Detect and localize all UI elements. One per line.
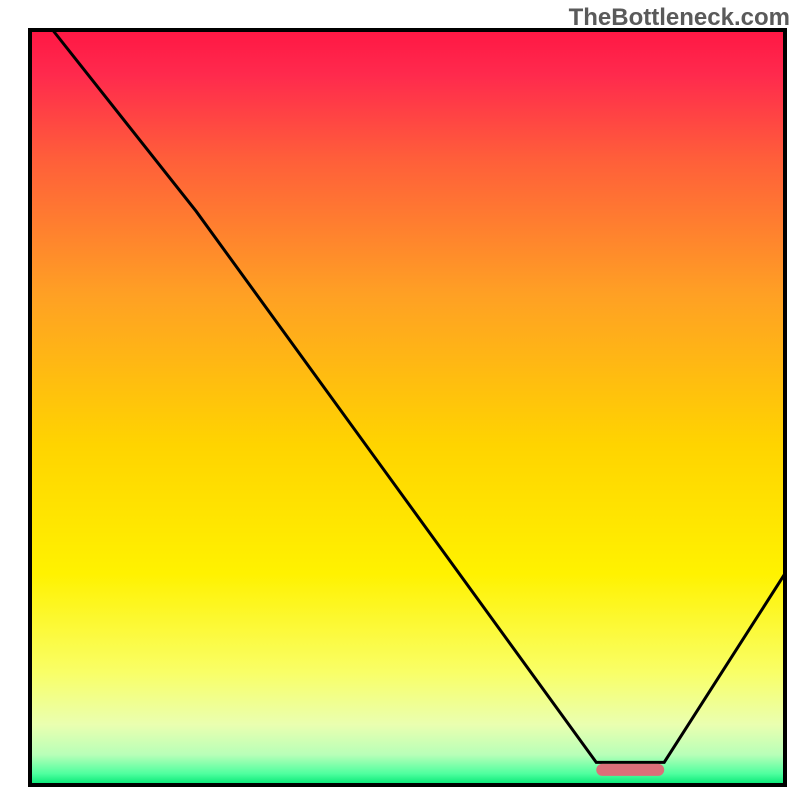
watermark-text: TheBottleneck.com <box>569 4 790 32</box>
chart-svg <box>0 0 800 800</box>
optimal-marker <box>596 764 664 776</box>
chart-container: TheBottleneck.com <box>0 0 800 800</box>
